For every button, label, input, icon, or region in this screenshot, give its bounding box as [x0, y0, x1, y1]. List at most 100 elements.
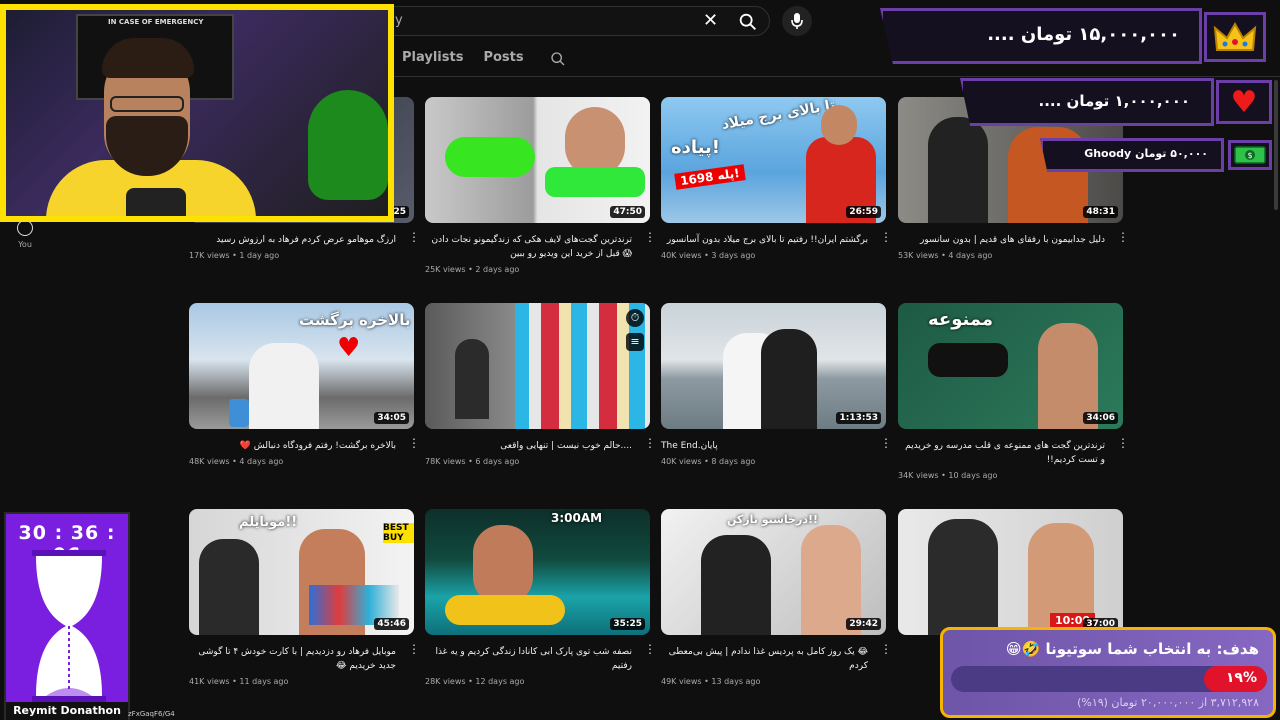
donation-amount: ۵۰,۰۰۰ تومان	[1135, 147, 1208, 160]
person-shape	[701, 535, 771, 635]
video-title[interactable]: دلیل جدابیمون با رفقای های قدیم | بدون س…	[898, 233, 1123, 247]
float-ring-shape	[445, 595, 565, 625]
search-query[interactable]: y	[395, 13, 403, 28]
clear-search-icon[interactable]: ✕	[703, 10, 718, 31]
video-thumbnail[interactable]: 3:00AM 35:25	[425, 509, 650, 635]
thumbnail-caption: BEST BUY	[383, 523, 414, 543]
video-age: 4 days ago	[948, 251, 993, 260]
search-box[interactable]: y ✕	[380, 6, 770, 36]
thumbnail-caption: 1698 پله!	[674, 164, 746, 190]
video-title[interactable]: نصفه شب توی پارک ابی کانادا زندگی کردیم …	[425, 645, 650, 673]
video-thumbnail[interactable]: ممنوعه 34:06	[898, 303, 1123, 429]
video-card[interactable]: 1:13:53 ⋮ The End.پایان 40K views • 8 da…	[661, 303, 892, 466]
more-options-icon[interactable]: ⋮	[408, 643, 420, 655]
slime-shape	[445, 137, 535, 177]
video-card[interactable]: 47:50 ⋮ ترندترین گجت‌های لایف هکی که زند…	[425, 97, 656, 274]
donation-text: ۱۵,۰۰۰,۰۰۰ تومان ....	[987, 24, 1180, 45]
person-shape	[928, 519, 998, 635]
person-shape	[761, 329, 817, 429]
more-options-icon[interactable]: ⋮	[408, 437, 420, 449]
donation-text: ۱,۰۰۰,۰۰۰ تومان ....	[1039, 92, 1191, 110]
poster-text: IN CASE OF EMERGENCY	[108, 18, 204, 26]
thumbnail-caption: تا بالای برج میلاد	[720, 97, 837, 133]
video-thumbnail[interactable]: 1:13:53	[661, 303, 886, 429]
video-card[interactable]: موبایلم!! BEST BUY 45:46 ⋮ موبایل فرهاد …	[189, 509, 420, 686]
video-title[interactable]: ترندترین گجت‌های لایف هکی که زندگیمونو ن…	[425, 233, 650, 261]
more-options-icon[interactable]: ⋮	[1117, 231, 1129, 243]
video-duration: 45:46	[374, 618, 409, 630]
video-meta: 17K views • 1 day ago	[189, 251, 280, 260]
video-views: 34K views	[898, 471, 939, 480]
video-age: 6 days ago	[475, 457, 520, 466]
add-to-queue-icon[interactable]: ≡	[626, 333, 644, 351]
donation-goal-panel: هدف: به انتخاب شما سوتیونا 🤣😁 ۱۹% ۳,۷۱۲,…	[940, 627, 1276, 718]
video-age: 12 days ago	[475, 677, 525, 686]
video-meta: 28K views • 12 days ago	[425, 677, 525, 686]
tab-playlists[interactable]: Playlists	[402, 50, 463, 67]
donathon-timer: 30 : 36 : 06 Reymit Donathon	[4, 512, 130, 720]
more-options-icon[interactable]: ⋮	[644, 643, 656, 655]
video-thumbnail[interactable]: 10:00 37:00	[898, 509, 1123, 635]
goal-title: هدف: به انتخاب شما سوتیونا 🤣😁	[1005, 640, 1259, 658]
more-options-icon[interactable]: ⋮	[880, 643, 892, 655]
more-options-icon[interactable]: ⋮	[880, 437, 892, 449]
channel-search-icon[interactable]	[550, 51, 566, 67]
video-card[interactable]: تا بالای برج میلاد پیاده! 1698 پله! 26:5…	[661, 97, 892, 260]
donathon-caption: Reymit Donathon	[6, 702, 128, 720]
more-options-icon[interactable]: ⋮	[880, 231, 892, 243]
video-thumbnail[interactable]: 47:50	[425, 97, 650, 223]
third-donation-banner: ۵۰,۰۰۰ تومان Ghoody	[1040, 138, 1224, 172]
donor-name: Ghoody	[1084, 147, 1132, 160]
video-meta: 40K views • 3 days ago	[661, 251, 756, 260]
video-title[interactable]: ارزگ موهامو عرض کردم فرهاد به ارزوش رسید	[189, 233, 414, 247]
scrollbar-thumb[interactable]	[1274, 80, 1278, 210]
video-title[interactable]: ترندترین گجت های ممنوعه ی قلب مدرسه رو خ…	[898, 439, 1123, 467]
video-title[interactable]: موبایل فرهاد رو دزدیدیم | با کارت خودش ۴…	[189, 645, 414, 673]
tab-divider	[380, 76, 1280, 77]
video-thumbnail[interactable]: ⏱ ≡	[425, 303, 650, 429]
url-fragment: zFxGaqF6/G4	[128, 710, 175, 718]
video-duration: 29:42	[846, 618, 881, 630]
thumbnail-caption: 3:00AM	[551, 511, 603, 525]
voice-search-button[interactable]	[782, 6, 812, 36]
glasses-shape	[928, 343, 1008, 377]
more-options-icon[interactable]: ⋮	[1117, 437, 1129, 449]
video-thumbnail[interactable]: موبایلم!! BEST BUY 45:46	[189, 509, 414, 635]
svg-text:$: $	[1247, 151, 1252, 160]
video-meta: 25K views • 2 days ago	[425, 265, 520, 274]
sidebar-item-you[interactable]: You	[14, 220, 36, 249]
watch-later-icon[interactable]: ⏱	[626, 309, 644, 327]
thumbnail-caption: پیاده!	[671, 137, 720, 158]
video-thumbnail[interactable]: درخاشنو بازکن!! 29:42	[661, 509, 886, 635]
second-donation-banner: ۱,۰۰۰,۰۰۰ تومان ....	[960, 78, 1214, 126]
more-options-icon[interactable]: ⋮	[644, 231, 656, 243]
donation-amount: ۱,۰۰۰,۰۰۰ تومان	[1066, 92, 1190, 110]
video-title[interactable]: برگشتم ایران!! رفتیم تا بالای برج میلاد …	[661, 233, 886, 247]
webcam-feed: IN CASE OF EMERGENCY	[0, 4, 394, 222]
video-thumbnail[interactable]: بالاخره برگشت ♥ 34:05	[189, 303, 414, 429]
video-card[interactable]: بالاخره برگشت ♥ 34:05 ⋮ بالاخره برگشت! ر…	[189, 303, 420, 466]
video-meta: 53K views • 4 days ago	[898, 251, 993, 260]
tab-posts[interactable]: Posts	[483, 50, 523, 67]
donor-name: ....	[987, 24, 1015, 45]
video-thumbnail[interactable]: تا بالای برج میلاد پیاده! 1698 پله! 26:5…	[661, 97, 886, 223]
video-views: 41K views	[189, 677, 230, 686]
person-shape	[821, 105, 857, 145]
more-options-icon[interactable]: ⋮	[408, 231, 420, 243]
video-views: 17K views	[189, 251, 230, 260]
video-card[interactable]: ممنوعه 34:06 ⋮ ترندترین گجت های ممنوعه ی…	[898, 303, 1129, 480]
thumbnail-caption: بالاخره برگشت	[299, 311, 411, 329]
heart-icon: ♥	[337, 333, 361, 363]
video-title[interactable]: بالاخره برگشت! رفتم فرودگاه دنبالش ❤️	[189, 439, 414, 453]
video-title[interactable]: 😂 یک روز کامل به پردیس غذا ندادم | پیش ب…	[661, 645, 886, 673]
video-card[interactable]: 3:00AM 35:25 ⋮ نصفه شب توی پارک ابی کانا…	[425, 509, 656, 686]
video-title[interactable]: ....حالم خوب نیست | تنهایی واقعی	[425, 439, 650, 453]
video-title[interactable]: The End.پایان	[661, 439, 886, 453]
video-card[interactable]: ⏱ ≡ ⋮ ....حالم خوب نیست | تنهایی واقعی 7…	[425, 303, 656, 466]
crown-icon	[1204, 12, 1266, 62]
microphone-shape	[126, 188, 186, 216]
more-options-icon[interactable]: ⋮	[644, 437, 656, 449]
video-card[interactable]: درخاشنو بازکن!! 29:42 ⋮ 😂 یک روز کامل به…	[661, 509, 892, 686]
person-shape	[473, 525, 533, 605]
search-icon[interactable]	[737, 11, 759, 33]
